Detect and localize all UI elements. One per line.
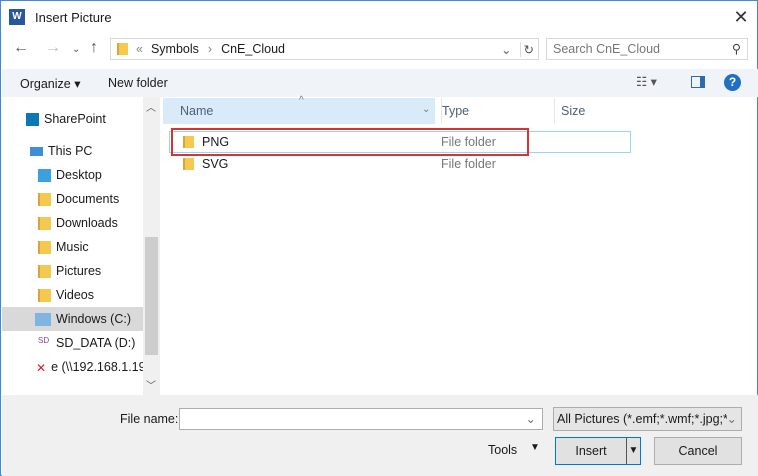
sidebar-item-desktop[interactable]: Desktop xyxy=(2,163,143,187)
videos-icon xyxy=(38,288,51,302)
documents-icon xyxy=(38,192,51,206)
sidebar-item-music[interactable]: Music xyxy=(2,235,143,259)
close-button[interactable]: ✕ xyxy=(729,5,753,29)
sidebar-label: This PC xyxy=(48,144,93,158)
tools-menu[interactable]: Tools xyxy=(488,443,517,457)
search-input[interactable]: Search CnE_Cloud ⚲ xyxy=(546,38,748,60)
address-dropdown-icon[interactable]: ⌄ xyxy=(501,42,511,57)
back-button[interactable]: ← xyxy=(13,39,29,57)
dialog-title: Insert Picture xyxy=(35,10,112,25)
overflow-chevron[interactable]: « xyxy=(136,42,143,56)
sidebar-item-videos[interactable]: Videos xyxy=(2,283,143,307)
file-name: SVG xyxy=(202,157,229,171)
chevron-down-icon: ⌄ xyxy=(726,411,737,426)
insert-picture-dialog: W Insert Picture ✕ ← → ⌄ ↑ « Symbols › C… xyxy=(0,0,758,476)
sidebar-item-network-e[interactable]: ✕ e (\\192.168.1.19 xyxy=(2,355,146,379)
filter-value: All Pictures (*.emf;*.wmf;*.jpg;*.j xyxy=(557,412,735,426)
breadcrumb-separator: › xyxy=(207,42,213,56)
sidebar-label: Windows (C:) xyxy=(56,312,132,326)
chevron-down-icon[interactable]: ⌄ xyxy=(526,411,536,426)
scroll-up-icon[interactable]: ︿ xyxy=(146,99,156,114)
forward-button[interactable]: → xyxy=(45,39,61,57)
cancel-button[interactable]: Cancel xyxy=(654,437,742,465)
file-type: File folder xyxy=(441,157,496,171)
new-folder-button[interactable]: New folder xyxy=(108,76,168,90)
search-icon: ⚲ xyxy=(731,42,741,56)
disconnected-drive-icon: ✕ xyxy=(36,360,47,375)
breadcrumb-cne-cloud[interactable]: CnE_Cloud xyxy=(221,42,285,56)
sidebar-item-windows-c[interactable]: Windows (C:) xyxy=(2,307,143,331)
column-label: Name xyxy=(180,104,214,118)
insert-button[interactable]: Insert ▼ xyxy=(555,437,641,465)
recent-locations-dropdown[interactable]: ⌄ xyxy=(72,44,80,55)
view-options-icon[interactable]: ☷ ▾ xyxy=(636,74,657,89)
word-app-icon: W xyxy=(9,9,25,25)
sidebar-item-sharepoint[interactable]: SharePoint xyxy=(2,107,143,131)
highlight-box xyxy=(171,128,529,156)
up-button[interactable]: ↑ xyxy=(90,39,98,57)
folder-icon xyxy=(117,43,128,55)
sidebar-item-pictures[interactable]: Pictures xyxy=(2,259,143,283)
sidebar-item-downloads[interactable]: Downloads xyxy=(2,211,143,235)
sidebar-label: Desktop xyxy=(56,168,102,182)
sidebar-label: Pictures xyxy=(56,264,102,278)
file-type-filter-select[interactable]: All Pictures (*.emf;*.wmf;*.jpg;*.j ⌄ xyxy=(553,407,742,431)
navigation-pane: SharePoint This PC Desktop Documents Dow… xyxy=(2,97,162,395)
insert-dropdown-icon[interactable]: ▼ xyxy=(626,438,640,464)
sidebar-label: Downloads xyxy=(56,216,118,230)
sd-card-icon: SD xyxy=(38,335,50,345)
file-name-input[interactable]: ⌄ xyxy=(179,408,543,430)
sharepoint-icon xyxy=(26,112,39,126)
desktop-icon xyxy=(38,168,51,182)
column-label: Size xyxy=(561,104,586,118)
organize-menu[interactable]: Organize ▾ xyxy=(20,76,80,91)
address-bar[interactable]: « Symbols › CnE_Cloud ⌄ ↻ xyxy=(110,38,539,60)
column-label: Type xyxy=(442,104,470,118)
sidebar-label: e (\\192.168.1.19 xyxy=(51,360,146,374)
sidebar-label: Documents xyxy=(56,192,120,206)
column-header-type[interactable]: Type xyxy=(441,98,469,124)
sort-ascending-icon: ^ xyxy=(299,95,304,106)
tools-dropdown-icon[interactable]: ▼ xyxy=(530,442,540,453)
sidebar-scroll-thumb[interactable] xyxy=(145,237,158,355)
column-divider xyxy=(554,98,555,124)
drive-icon xyxy=(35,312,51,326)
insert-label: Insert xyxy=(575,444,607,458)
file-row-svg[interactable]: SVG File folder xyxy=(169,153,631,175)
refresh-icon[interactable]: ↻ xyxy=(519,41,534,57)
scroll-down-icon[interactable]: ﹀ xyxy=(146,377,156,392)
music-icon xyxy=(38,240,51,254)
computer-icon xyxy=(30,146,43,156)
sidebar-label: SharePoint xyxy=(44,112,106,126)
sidebar-label: Music xyxy=(56,240,89,254)
search-placeholder: Search CnE_Cloud xyxy=(553,42,661,56)
sidebar-item-sd-data[interactable]: SD SD_DATA (D:) xyxy=(2,331,143,355)
file-name-label: File name: xyxy=(120,412,179,426)
sidebar-label: SD_DATA (D:) xyxy=(56,336,136,350)
breadcrumb-symbols[interactable]: Symbols xyxy=(151,42,199,56)
pictures-icon xyxy=(38,264,51,278)
toolbar: Organize ▾ New folder ☷ ▾ ? xyxy=(2,69,758,97)
sidebar-item-this-pc[interactable]: This PC xyxy=(2,139,143,163)
column-filter-icon[interactable]: ⌄ xyxy=(422,104,430,115)
sidebar-item-documents[interactable]: Documents xyxy=(2,187,143,211)
folder-icon xyxy=(183,158,194,170)
column-header-name[interactable]: Name xyxy=(180,98,213,124)
downloads-icon xyxy=(38,216,51,230)
column-header-size[interactable]: Size xyxy=(561,98,585,124)
footer: File name: ⌄ All Pictures (*.emf;*.wmf;*… xyxy=(2,395,758,476)
preview-pane-icon[interactable] xyxy=(691,76,705,88)
sidebar-label: Videos xyxy=(56,288,94,302)
help-icon[interactable]: ? xyxy=(724,74,741,91)
